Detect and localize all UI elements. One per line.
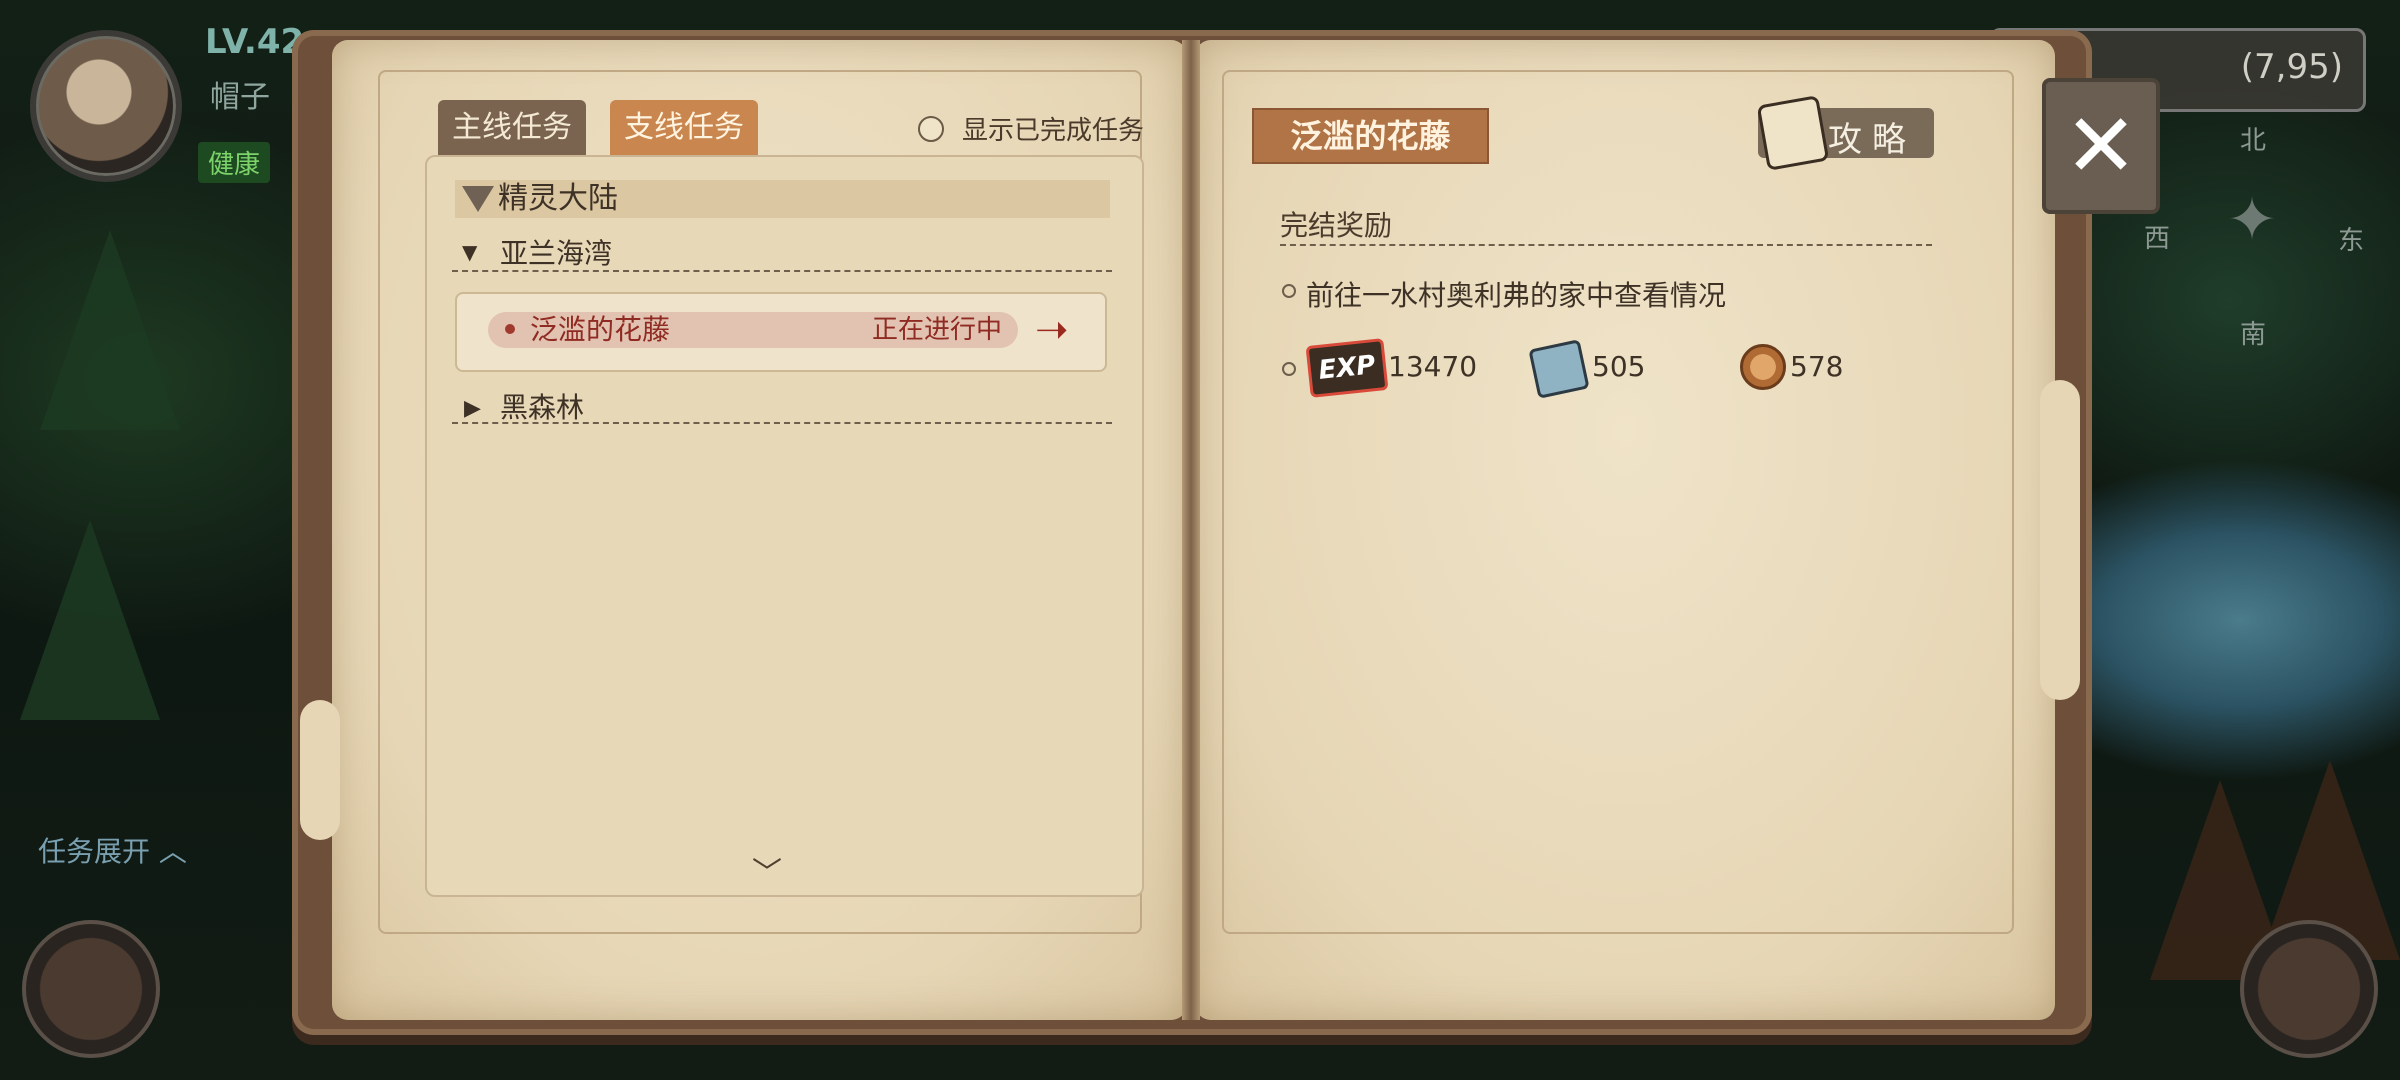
- show-completed-label[interactable]: 显示已完成任务: [962, 110, 1144, 147]
- coordinates: (7,95): [2240, 47, 2343, 87]
- exp-reward-value: 13470: [1388, 350, 1478, 383]
- show-completed-radio[interactable]: [918, 116, 944, 142]
- coin-reward-value: 578: [1790, 350, 1844, 383]
- quest-item-status: 正在进行中: [872, 315, 1003, 345]
- tab-side-quests[interactable]: 支线任务: [610, 100, 758, 156]
- right-page-frame: [1222, 70, 2014, 934]
- quest-title: 泛滥的花藤: [1252, 108, 1489, 164]
- pet-button[interactable]: [22, 920, 160, 1058]
- subregion-header[interactable]: 黑森林: [500, 386, 584, 426]
- player-name: 帽子: [210, 80, 270, 115]
- chevron-down-icon[interactable]: ﹀: [752, 848, 782, 892]
- player-level: LV.42: [205, 22, 305, 62]
- divider: [452, 270, 1112, 272]
- expanded-triangle-icon: ▼: [462, 240, 478, 264]
- exp-icon: EXP: [1305, 338, 1389, 398]
- navigate-arrow-icon[interactable]: ➝: [1035, 310, 1069, 350]
- tab-main-quests[interactable]: 主线任务: [438, 100, 586, 156]
- book-reward-value: 505: [1592, 350, 1646, 383]
- quest-objective: 前往一水村奥利弗的家中查看情况: [1306, 279, 1727, 312]
- region-label: 精灵大陆: [498, 181, 618, 216]
- reward-header: 完结奖励: [1280, 209, 1393, 242]
- reward-bullet-icon: [1282, 362, 1296, 376]
- collapsed-triangle-icon: ▶: [464, 396, 481, 421]
- objective-bullet-icon: [1282, 284, 1296, 298]
- divider: [1280, 244, 1932, 246]
- compass-rose-icon: ✦: [2226, 185, 2278, 255]
- guide-button-label: 攻略: [1828, 120, 1916, 160]
- tree: [20, 520, 160, 720]
- close-button[interactable]: ✕: [2042, 78, 2160, 214]
- coin-icon: [1740, 344, 1786, 390]
- home-button[interactable]: [2240, 920, 2378, 1058]
- book-icon: [1528, 339, 1590, 399]
- scroll-icon: [1756, 95, 1830, 171]
- divider: [452, 422, 1112, 424]
- subregion-header[interactable]: 亚兰海湾: [500, 232, 612, 272]
- compass: 北 西 东 南 ✦: [2130, 110, 2370, 350]
- health-status-badge: 健康: [198, 142, 271, 183]
- compass-north: 北: [2240, 126, 2267, 156]
- task-expand-toggle[interactable]: 任务展开 ︿: [38, 830, 187, 870]
- close-icon: ✕: [2064, 94, 2138, 197]
- torn-paper-edge: [2040, 380, 2080, 700]
- compass-west: 西: [2144, 224, 2171, 254]
- torn-paper-edge: [300, 700, 340, 840]
- task-expand-label: 任务展开: [38, 835, 151, 868]
- tree: [40, 230, 180, 430]
- quest-bullet-icon: [505, 324, 515, 334]
- chevron-up-icon: ︿: [158, 835, 187, 868]
- book-gutter: [1182, 40, 1200, 1020]
- compass-south: 南: [2240, 320, 2267, 350]
- compass-east: 东: [2338, 226, 2365, 256]
- collapse-triangle-icon: [462, 186, 494, 212]
- quest-item-name: 泛滥的花藤: [530, 313, 671, 346]
- player-avatar[interactable]: [30, 30, 182, 182]
